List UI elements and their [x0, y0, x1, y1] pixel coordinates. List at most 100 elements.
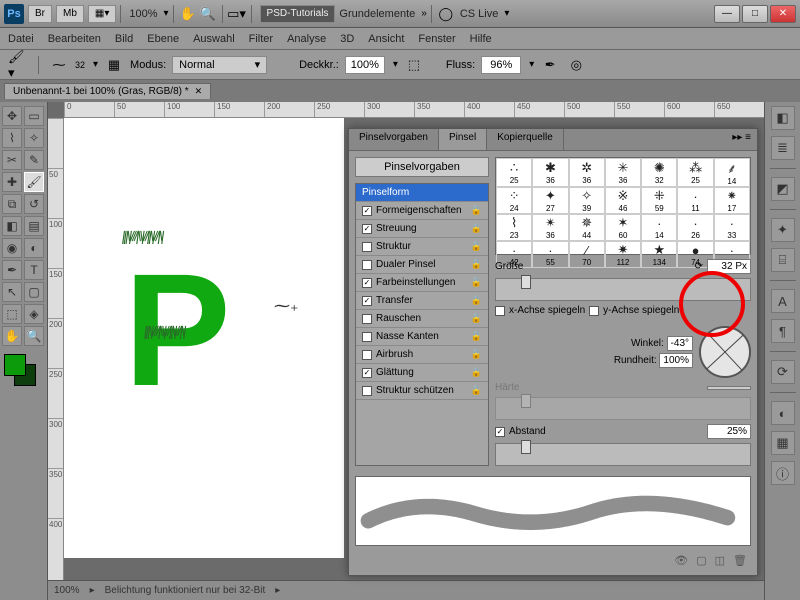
flip-y-checkbox[interactable] [589, 306, 599, 316]
brush-option-item[interactable]: Struktur🔒 [356, 238, 488, 256]
close-button[interactable]: ✕ [770, 5, 796, 23]
option-checkbox[interactable] [362, 350, 372, 360]
panel-toggle-icon[interactable]: 👁 [674, 554, 688, 567]
brush-preset[interactable]: ✶60 [605, 214, 641, 241]
hand-tool[interactable]: ✋ [2, 326, 22, 346]
menu-ebene[interactable]: Ebene [147, 33, 179, 45]
panel-trash-icon[interactable]: 🗑 [733, 554, 747, 567]
opacity-input[interactable] [345, 56, 385, 74]
brush-option-item[interactable]: ✓Formeigenschaften🔒 [356, 202, 488, 220]
layers-panel-icon[interactable]: ≣ [771, 136, 795, 160]
tab-pinsel[interactable]: Pinsel [439, 129, 487, 150]
brush-preset[interactable]: ✵44 [569, 214, 605, 241]
crop-tool[interactable]: ✂ [2, 150, 22, 170]
path-tool[interactable]: ↖ [2, 282, 22, 302]
tab-pinselvorgaben[interactable]: Pinselvorgaben [349, 129, 439, 150]
pressure-size-icon[interactable]: ◎ [566, 55, 586, 75]
view-extras-icon[interactable]: ▦▾ [88, 5, 116, 23]
workspace-switcher[interactable]: PSD-Tutorials [260, 5, 336, 23]
tab-kopierquelle[interactable]: Kopierquelle [487, 129, 564, 150]
option-checkbox[interactable] [362, 242, 372, 252]
panel-collapse-icon[interactable]: ▸▸ ≡ [726, 129, 757, 150]
brush-preset[interactable]: ✧39 [569, 187, 605, 214]
brush-tool[interactable]: 🖌 [24, 172, 44, 192]
workspace-more-icon[interactable]: » [421, 8, 427, 19]
shape-tool[interactable]: ▢ [24, 282, 44, 302]
zoom-global[interactable]: 100% [129, 8, 157, 20]
menu-bild[interactable]: Bild [115, 33, 133, 45]
brush-option-item[interactable]: Pinselform [356, 184, 488, 202]
brush-option-item[interactable]: ✓Transfer🔒 [356, 292, 488, 310]
workspace-secondary[interactable]: Grundelemente [339, 8, 415, 20]
close-tab-icon[interactable]: ✕ [195, 86, 203, 97]
spacing-slider[interactable] [495, 443, 751, 466]
option-checkbox[interactable]: ✓ [362, 296, 372, 306]
foreground-color[interactable] [4, 354, 26, 376]
brush-preset[interactable]: ∴25 [496, 158, 532, 187]
brush-option-item[interactable]: ✓Glättung🔒 [356, 364, 488, 382]
nav-panel-icon[interactable]: ▦ [771, 431, 795, 455]
pinselvorgaben-button[interactable]: Pinselvorgaben [355, 157, 489, 177]
pen-tool[interactable]: ✒ [2, 260, 22, 280]
canvas[interactable]: P ⁓₊ [64, 118, 344, 558]
brush-preset[interactable]: ·33 [714, 214, 750, 241]
option-checkbox[interactable] [362, 260, 372, 270]
dodge-tool[interactable]: ◐ [24, 238, 44, 258]
brush-option-item[interactable]: ✓Streuung🔒 [356, 220, 488, 238]
minibridge-button[interactable]: Mb [56, 5, 84, 23]
marquee-tool[interactable]: ▭ [24, 106, 44, 126]
option-checkbox[interactable]: ✓ [362, 278, 372, 288]
airbrush-icon[interactable]: ✒ [540, 55, 560, 75]
flow-input[interactable] [481, 56, 521, 74]
brush-option-item[interactable]: ✓Farbeinstellungen🔒 [356, 274, 488, 292]
cslive-icon[interactable]: ◯ [436, 4, 456, 24]
screen-mode-icon[interactable]: ▭▾ [227, 4, 247, 24]
brush-preset[interactable]: ✲36 [569, 158, 605, 187]
brush-preset[interactable]: ⁕17 [714, 187, 750, 214]
brush-preset[interactable]: ·26 [677, 214, 713, 241]
3d-tool[interactable]: ⬚ [2, 304, 22, 324]
size-input[interactable]: 32 Px [707, 259, 751, 274]
document-tab[interactable]: Unbenannt-1 bei 100% (Gras, RGB/8) * ✕ [4, 83, 211, 99]
wand-tool[interactable]: ✧ [24, 128, 44, 148]
hand-icon[interactable]: ✋ [178, 4, 198, 24]
option-checkbox[interactable]: ✓ [362, 368, 372, 378]
minimize-button[interactable]: — [714, 5, 740, 23]
brush-preset[interactable]: ※46 [605, 187, 641, 214]
angle-control[interactable] [699, 326, 751, 378]
type-tool[interactable]: T [24, 260, 44, 280]
option-checkbox[interactable] [362, 314, 372, 324]
zoom-icon[interactable]: 🔍 [198, 4, 218, 24]
bridge-button[interactable]: Br [28, 5, 52, 23]
eraser-tool[interactable]: ◧ [2, 216, 22, 236]
brush-option-item[interactable]: Rauschen🔒 [356, 310, 488, 328]
cslive-label[interactable]: CS Live [460, 8, 499, 20]
para-panel-icon[interactable]: ¶ [771, 319, 795, 343]
angle-input[interactable]: -43° [667, 336, 693, 351]
brush-option-item[interactable]: Nasse Kanten🔒 [356, 328, 488, 346]
spacing-checkbox[interactable]: ✓ [495, 427, 505, 437]
option-checkbox[interactable] [362, 332, 372, 342]
brush-preset[interactable]: ⌇23 [496, 214, 532, 241]
brush-preset[interactable]: ⁜59 [641, 187, 677, 214]
brush-preset[interactable]: ✱36 [532, 158, 568, 187]
brush-preset[interactable]: ⸙14 [714, 158, 750, 187]
pressure-opacity-icon[interactable]: ⬚ [404, 55, 424, 75]
zoom-tool[interactable]: 🔍 [24, 326, 44, 346]
spacing-input[interactable]: 25% [707, 424, 751, 439]
menu-datei[interactable]: Datei [8, 33, 34, 45]
brush-panel-toggle-icon[interactable]: ▦ [104, 55, 124, 75]
heal-tool[interactable]: ✚ [2, 172, 22, 192]
option-checkbox[interactable] [362, 386, 372, 396]
brush-presets-grid[interactable]: ∴25✱36✲36✳36✺32⁂25⸙14⁘24✦27✧39※46⁜59·11⁕… [495, 157, 751, 255]
blend-mode-select[interactable]: Normal▾ [172, 56, 267, 74]
brush-option-item[interactable]: Airbrush🔒 [356, 346, 488, 364]
roundness-input[interactable]: 100% [659, 353, 693, 368]
gradient-tool[interactable]: ▤ [24, 216, 44, 236]
menu-hilfe[interactable]: Hilfe [470, 33, 492, 45]
menu-auswahl[interactable]: Auswahl [193, 33, 235, 45]
brush-preset[interactable]: ✦27 [532, 187, 568, 214]
menu-ansicht[interactable]: Ansicht [368, 33, 404, 45]
tool-preset-icon[interactable]: 🖌▾ [8, 55, 28, 75]
option-checkbox[interactable]: ✓ [362, 224, 372, 234]
